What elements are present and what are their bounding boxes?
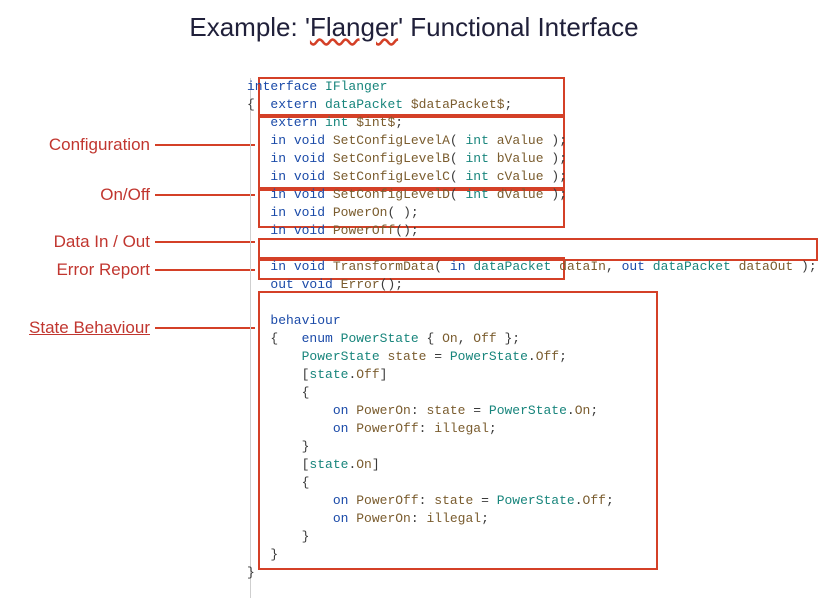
open-brace: { [247,97,255,112]
label-error: Error Report [0,260,150,280]
label-line-configuration [155,144,255,146]
title-prefix: Example: ' [189,12,310,42]
close-brace: } [247,565,255,580]
title-flanger: Flanger [310,12,398,42]
label-line-dataio [155,241,255,243]
label-line-onoff [155,194,255,196]
label-line-behaviour [155,327,255,329]
kw-interface: interface [247,79,317,94]
slide-title: Example: 'Flanger' Functional Interface [0,12,828,43]
label-onoff: On/Off [0,185,150,205]
title-suffix: ' Functional Interface [398,12,639,42]
interface-name: IFlanger [325,79,387,94]
kw-behaviour: behaviour [270,313,340,328]
label-behaviour: State Behaviour [0,318,150,338]
label-dataio: Data In / Out [0,232,150,252]
code-block: interface IFlanger { extern dataPacket $… [247,60,807,582]
label-line-error [155,269,255,271]
label-configuration: Configuration [0,135,150,155]
